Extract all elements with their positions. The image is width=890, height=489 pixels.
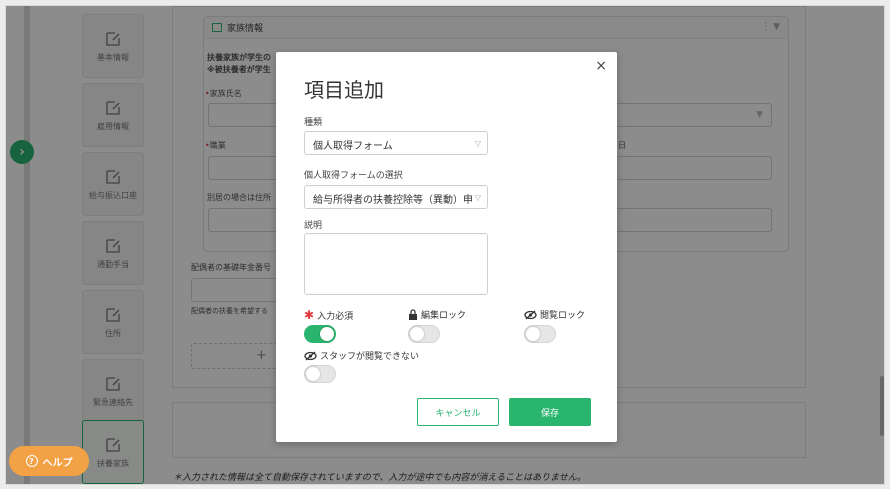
eye-slash-icon [304, 351, 317, 360]
toggle-knob [526, 327, 540, 341]
help-button-label: ヘルプ [42, 457, 73, 469]
staff-hidden-toggle[interactable] [304, 365, 336, 383]
description-label: 説明 [304, 221, 323, 231]
toggle-knob [306, 367, 320, 381]
app-frame: › 基本情報 雇用情報 給与振込口座 通勤手当 住所 緊急連絡先 扶養家族 家族… [5, 5, 885, 485]
modal-title: 項目追加 [304, 78, 384, 102]
add-item-modal: × 項目追加 種類 個人取得フォーム ▽ 個人取得フォームの選択 給与所得者の扶… [276, 52, 617, 442]
eye-slash-icon [524, 310, 537, 319]
required-toggle[interactable] [304, 325, 336, 343]
view-lock-toggle[interactable] [524, 325, 556, 343]
chevron-down-icon: ▽ [472, 193, 481, 202]
type-label: 種類 [304, 118, 323, 128]
toggle-knob [320, 327, 334, 341]
edit-lock-label: 編集ロック [408, 308, 466, 321]
help-button[interactable]: ? ヘルプ [9, 446, 89, 476]
close-icon[interactable]: × [595, 58, 607, 74]
description-textarea[interactable] [304, 233, 488, 295]
toggle-knob [410, 327, 424, 341]
save-button[interactable]: 保存 [509, 398, 591, 426]
cancel-button[interactable]: キャンセル [417, 398, 499, 426]
chevron-down-icon: ▽ [472, 139, 481, 148]
form-select-value: 給与所得者の扶養控除等（異動）申 [313, 195, 473, 206]
view-lock-label: 閲覧ロック [524, 308, 585, 321]
type-select-value: 個人取得フォーム [313, 141, 393, 152]
staff-hidden-label: スタッフが閲覧できない [304, 349, 419, 362]
type-select[interactable]: 個人取得フォーム ▽ [304, 131, 488, 155]
form-select[interactable]: 給与所得者の扶養控除等（異動）申 ▽ [304, 185, 488, 209]
edit-lock-toggle[interactable] [408, 325, 440, 343]
question-icon: ? [25, 455, 38, 467]
lock-icon [409, 309, 417, 320]
asterisk-icon: ✱ [304, 308, 315, 322]
form-select-label: 個人取得フォームの選択 [304, 171, 403, 181]
required-toggle-label: ✱ 入力必須 [304, 308, 354, 322]
